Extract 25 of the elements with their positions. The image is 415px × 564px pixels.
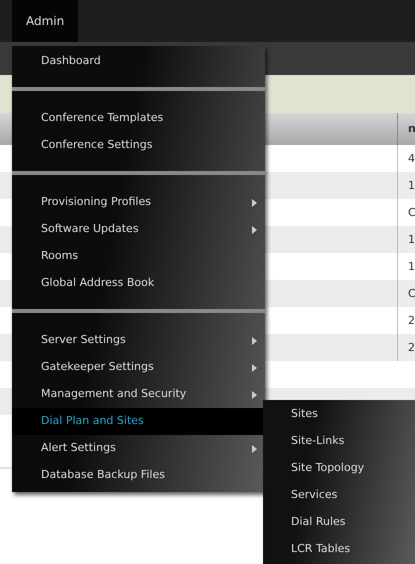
- table-cell: 1: [397, 226, 415, 253]
- table-cell: C: [397, 280, 415, 307]
- menu-item[interactable]: Services: [263, 482, 415, 509]
- menu-item[interactable]: Management and Security: [12, 381, 265, 408]
- menu-item[interactable]: Global Address Book: [12, 270, 265, 297]
- menu-item[interactable]: Dial Rules: [263, 509, 415, 536]
- table-cell: 2: [397, 334, 415, 361]
- menu-item[interactable]: Conference Templates: [12, 105, 265, 132]
- menu-item[interactable]: Site Topology: [263, 455, 415, 482]
- column-header: n: [397, 113, 415, 145]
- menu-item[interactable]: Conference Settings: [12, 132, 265, 159]
- menu-item[interactable]: Gatekeeper Settings: [12, 354, 265, 381]
- menu-item[interactable]: Dashboard: [12, 48, 265, 75]
- menu-item[interactable]: Server Settings: [12, 327, 265, 354]
- menu-item[interactable]: Site-Links: [263, 428, 415, 455]
- menu-item[interactable]: Dial Plan and Sites: [12, 408, 265, 435]
- menu-item[interactable]: Database Backup Files: [12, 462, 265, 489]
- menu-item[interactable]: Alert Settings: [12, 435, 265, 462]
- menu-item[interactable]: Software Updates: [12, 216, 265, 243]
- menu-item[interactable]: LCR Tables: [263, 536, 415, 563]
- menu-tab[interactable]: Admin: [12, 0, 78, 42]
- menu-item[interactable]: Sites: [263, 401, 415, 428]
- table-cell: 1: [397, 172, 415, 199]
- menu-item[interactable]: Provisioning Profiles: [12, 189, 265, 216]
- menu-item[interactable]: Rooms: [12, 243, 265, 270]
